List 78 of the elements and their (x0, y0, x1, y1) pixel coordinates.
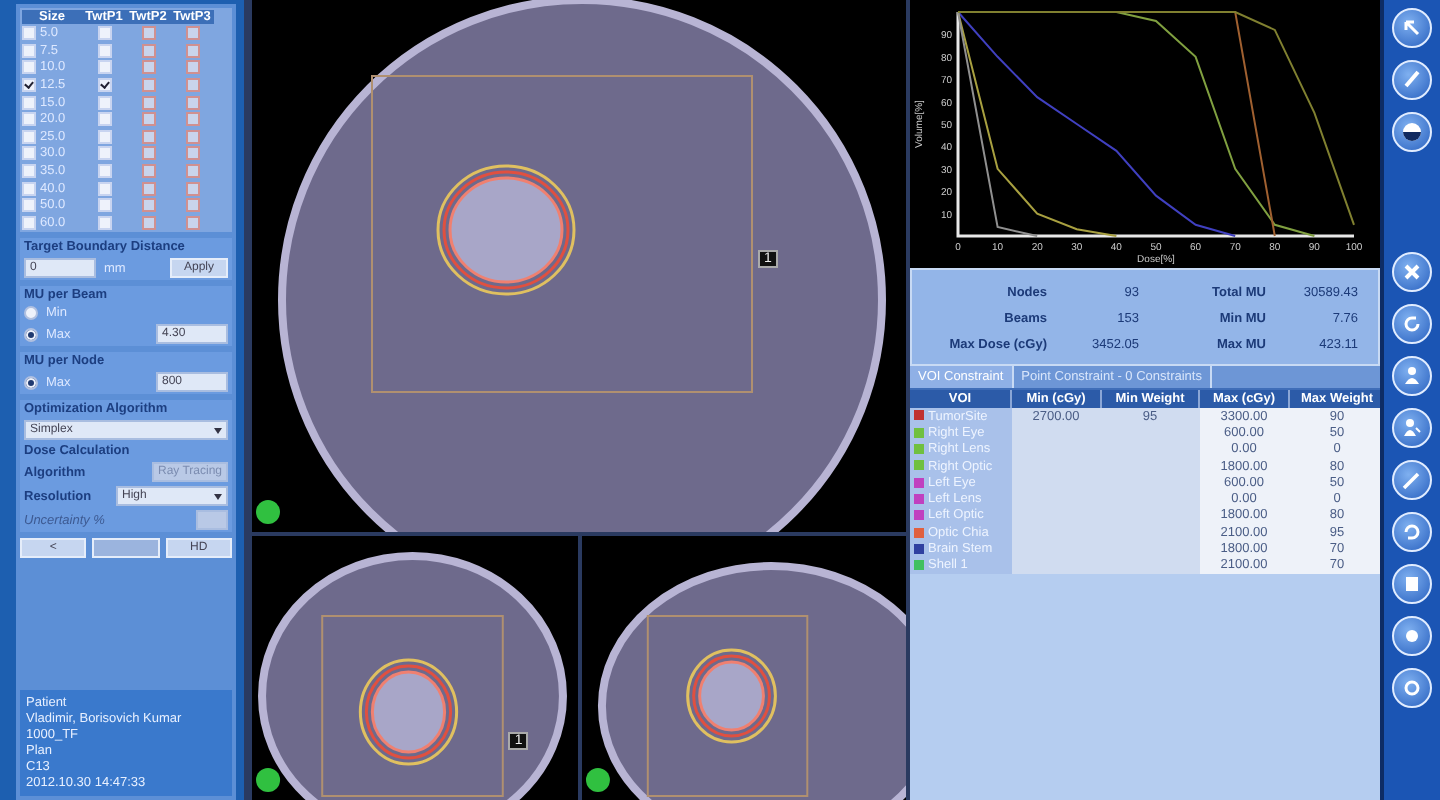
rotate-icon (1400, 312, 1424, 336)
checkbox[interactable] (22, 60, 36, 75)
tool-button[interactable] (1392, 460, 1432, 500)
checkbox[interactable] (185, 164, 199, 179)
checkbox[interactable] (185, 198, 199, 213)
tool-button[interactable] (1392, 60, 1432, 100)
tool-button[interactable] (1392, 252, 1432, 292)
checkbox[interactable] (22, 198, 36, 213)
checkbox[interactable] (185, 181, 199, 196)
tool-button[interactable] (1392, 512, 1432, 552)
checkbox[interactable] (22, 26, 36, 41)
checkbox[interactable] (97, 198, 111, 213)
checkbox[interactable] (22, 78, 36, 93)
radio-button[interactable] (24, 306, 38, 321)
checkbox[interactable] (185, 60, 199, 75)
checkbox[interactable] (185, 112, 199, 127)
checkbox[interactable] (141, 146, 155, 161)
checkbox[interactable] (97, 181, 111, 196)
checkbox[interactable] (97, 78, 111, 93)
checkbox[interactable] (141, 129, 155, 144)
checkbox[interactable] (97, 95, 111, 110)
close-icon (1400, 260, 1424, 284)
checkbox[interactable] (97, 112, 111, 127)
checkbox[interactable] (22, 164, 36, 179)
checkbox[interactable] (22, 43, 36, 58)
uncertainty-field[interactable] (196, 510, 228, 531)
checkbox[interactable] (141, 198, 155, 213)
arrow-icon (1400, 16, 1424, 40)
checkbox[interactable] (141, 95, 155, 110)
checkbox[interactable] (97, 43, 111, 58)
circle-icon (1400, 624, 1424, 648)
checkbox[interactable] (97, 129, 111, 144)
checkbox[interactable] (141, 60, 155, 75)
checkbox[interactable] (97, 164, 111, 179)
person-icon (1400, 364, 1424, 388)
tool-button[interactable] (1392, 304, 1432, 344)
tool-button[interactable] (1392, 564, 1432, 604)
circle-icon (1400, 676, 1424, 700)
radio-button[interactable] (24, 327, 38, 342)
checkbox[interactable] (185, 78, 199, 93)
half-circle-icon (1400, 120, 1424, 144)
checkbox[interactable] (185, 146, 199, 161)
marker-icon (256, 500, 280, 524)
checkbox[interactable] (97, 146, 111, 161)
brush-icon (1400, 468, 1424, 492)
rotate-icon (1400, 520, 1424, 544)
person-icon (1400, 416, 1424, 440)
tool-button[interactable] (1392, 8, 1432, 48)
pen-icon (1400, 68, 1424, 92)
checkbox[interactable] (22, 112, 36, 127)
checkbox[interactable] (22, 129, 36, 144)
checkbox[interactable] (141, 43, 155, 58)
checkbox[interactable] (185, 95, 199, 110)
checkbox[interactable] (22, 181, 36, 196)
checkbox[interactable] (141, 26, 155, 41)
checkbox[interactable] (22, 146, 36, 161)
checkbox[interactable] (141, 215, 155, 230)
checkbox[interactable] (97, 60, 111, 75)
checkbox[interactable] (141, 181, 155, 196)
checkbox[interactable] (185, 129, 199, 144)
tool-button[interactable] (1392, 616, 1432, 656)
checkbox[interactable] (185, 215, 199, 230)
checkbox[interactable] (185, 43, 199, 58)
marker-icon (256, 768, 281, 792)
checkbox[interactable] (141, 78, 155, 93)
checkbox[interactable] (22, 215, 36, 230)
checkbox[interactable] (185, 26, 199, 41)
checkbox[interactable] (141, 112, 155, 127)
checkbox[interactable] (97, 26, 111, 41)
checkbox[interactable] (97, 215, 111, 230)
radio-button[interactable] (24, 375, 38, 390)
tool-button[interactable] (1392, 112, 1432, 152)
tool-button[interactable] (1392, 668, 1432, 708)
marker-icon (585, 768, 609, 792)
tool-button[interactable] (1392, 356, 1432, 396)
tool-button[interactable] (1392, 408, 1432, 448)
checkbox[interactable] (141, 164, 155, 179)
checkbox[interactable] (22, 95, 36, 110)
